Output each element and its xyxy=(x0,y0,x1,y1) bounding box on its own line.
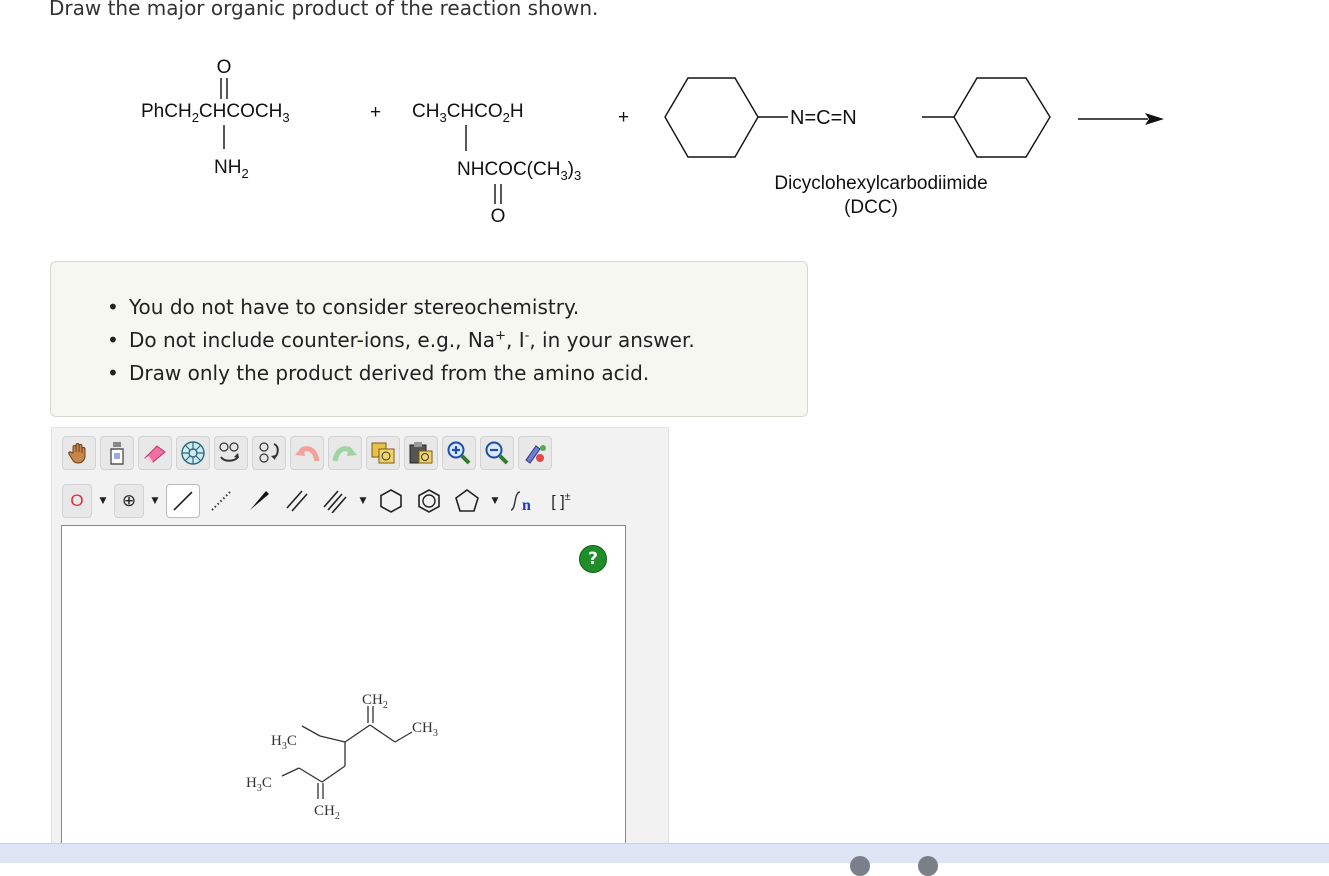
hand-icon xyxy=(68,443,86,464)
clean-icon xyxy=(525,445,546,464)
toolbar-top xyxy=(62,434,552,472)
svg-text:H3C: H3C xyxy=(246,775,272,794)
reactant-1: O PhCH2CHCOCH3 NH2 xyxy=(141,57,290,181)
svg-text:PhCH2CHCOCH3: PhCH2CHCOCH3 xyxy=(141,101,290,125)
svg-text:n: n xyxy=(522,497,531,514)
structure-editor: O ▼ ⊕ ▼ ▼ ▼ n [ ]± ? CH2 CH3 H3C H3C CH2 xyxy=(51,427,669,858)
triple-bond-button[interactable] xyxy=(318,484,352,518)
reagent-name: Dicyclohexylcarbodiimide xyxy=(774,173,987,194)
element-selector[interactable]: O xyxy=(62,484,92,518)
cyclopentane-icon xyxy=(455,489,479,512)
r1-amine: NH xyxy=(214,157,241,178)
benzene-button[interactable] xyxy=(412,484,446,518)
svg-text:CH3CHCO2H: CH3CHCO2H xyxy=(412,101,524,125)
indicator-dot xyxy=(850,856,870,876)
benzene-icon xyxy=(418,489,440,513)
copy-button[interactable] xyxy=(366,436,400,470)
double-bond-button[interactable] xyxy=(280,484,314,518)
paste-icon xyxy=(409,442,433,464)
wedge-bond-icon xyxy=(250,491,269,510)
rotate-tool-button[interactable] xyxy=(214,436,248,470)
carbodiimide-formula: N=C=N xyxy=(790,107,857,129)
svg-text:H3C: H3C xyxy=(271,733,297,752)
template-tool-button[interactable] xyxy=(176,436,210,470)
single-bond-icon xyxy=(173,491,193,511)
zoom-in-icon xyxy=(447,441,471,465)
svg-text:NH2: NH2 xyxy=(214,157,249,181)
svg-text:CH3: CH3 xyxy=(412,720,438,739)
drawn-molecule: CH2 CH3 H3C H3C CH2 xyxy=(246,692,438,822)
charge-dropdown-icon[interactable]: ▼ xyxy=(148,484,162,518)
dcc-reagent: N=C=N Dicyclohexylcarbodiimide (DCC) xyxy=(664,77,1051,218)
svg-text:CH2: CH2 xyxy=(362,692,388,711)
ring-dropdown-icon[interactable]: ▼ xyxy=(488,484,502,518)
redo-icon xyxy=(332,446,357,462)
instruction-item: You do not have to consider stereochemis… xyxy=(107,291,695,324)
r1-carbonyl-o: O xyxy=(217,57,232,78)
element-dropdown-icon[interactable]: ▼ xyxy=(96,484,110,518)
reaction-arrow xyxy=(1078,113,1164,125)
bottle-icon xyxy=(110,442,124,465)
svg-text:CH2: CH2 xyxy=(314,803,340,822)
bottle-tool-button[interactable] xyxy=(100,436,134,470)
cyclopentane-button[interactable] xyxy=(450,484,484,518)
r1-text-a: PhCH xyxy=(141,101,192,122)
instructions-box: You do not have to consider stereochemis… xyxy=(50,261,808,417)
triple-bond-icon xyxy=(323,490,347,513)
stereo-bond-icon xyxy=(211,491,231,511)
sgroup-icon: n xyxy=(510,491,531,514)
undo-button[interactable] xyxy=(290,436,324,470)
clean-button[interactable] xyxy=(518,436,552,470)
redo-button[interactable] xyxy=(328,436,362,470)
bottom-bar xyxy=(0,843,1329,876)
paste-button[interactable] xyxy=(404,436,438,470)
toolbar-bottom: O ▼ ⊕ ▼ ▼ ▼ n [ ]± xyxy=(62,482,578,520)
plus-sign-1: + xyxy=(370,102,381,123)
eraser-tool-button[interactable] xyxy=(138,436,172,470)
charge-selector[interactable]: ⊕ xyxy=(114,484,144,518)
drawing-canvas[interactable]: ? CH2 CH3 H3C H3C CH2 xyxy=(61,525,626,858)
reaction-scheme: O PhCH2CHCOCH3 NH2 + CH3CHCO2H NHCOC(CH3… xyxy=(141,57,1164,227)
stereo-bond-button[interactable] xyxy=(204,484,238,518)
indicator-dot xyxy=(918,856,938,876)
svg-text:O: O xyxy=(491,206,506,227)
plus-sign-2: + xyxy=(618,107,629,128)
double-bond-icon xyxy=(286,490,308,512)
flip-tool-button[interactable] xyxy=(252,436,286,470)
svg-text:NHCOC(CH3)3: NHCOC(CH3)3 xyxy=(457,159,581,183)
instruction-item: Do not include counter-ions, e.g., Na+, … xyxy=(107,324,695,357)
single-bond-button[interactable] xyxy=(166,484,200,518)
zoom-out-button[interactable] xyxy=(480,436,514,470)
template-icon xyxy=(181,441,205,465)
sgroup-button[interactable]: n xyxy=(506,484,540,518)
copy-icon xyxy=(371,442,395,464)
bracket-button[interactable]: [ ]± xyxy=(544,484,578,518)
rotate-icon xyxy=(219,442,239,462)
zoom-in-button[interactable] xyxy=(442,436,476,470)
wedge-bond-button[interactable] xyxy=(242,484,276,518)
bracket-icon: [ ]± xyxy=(551,490,571,511)
eraser-icon xyxy=(144,445,166,463)
cyclohexane-button[interactable] xyxy=(374,484,408,518)
undo-icon xyxy=(295,446,320,462)
hand-tool-button[interactable] xyxy=(62,436,96,470)
zoom-out-icon xyxy=(485,441,509,465)
reactant-2: CH3CHCO2H NHCOC(CH3)3 O xyxy=(412,101,581,227)
bond-dropdown-icon[interactable]: ▼ xyxy=(356,484,370,518)
cyclohexane-icon xyxy=(380,489,402,513)
flip-icon xyxy=(259,442,279,463)
cyclohexyl-left xyxy=(664,77,759,158)
cyclohexyl-right xyxy=(953,77,1051,158)
reagent-abbr: (DCC) xyxy=(844,197,898,218)
instruction-item: Draw only the product derived from the a… xyxy=(107,357,695,390)
